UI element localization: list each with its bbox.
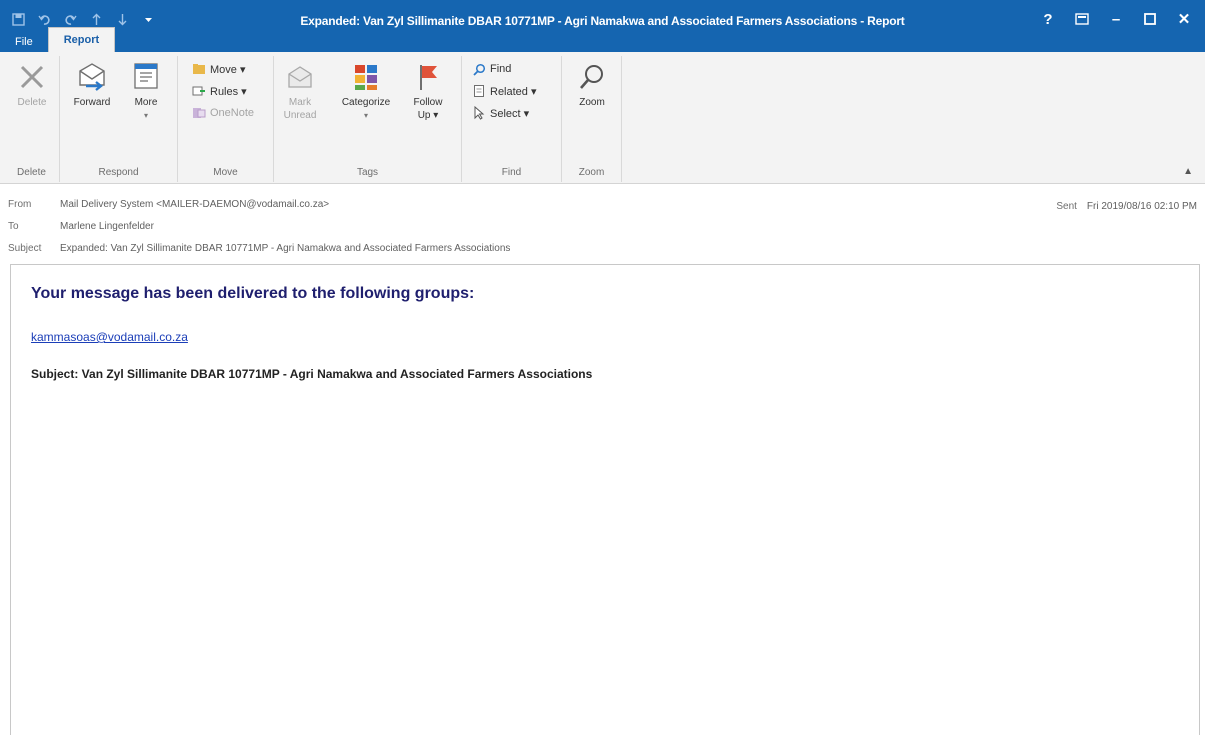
group-label-move: Move (213, 167, 238, 178)
group-move: Move ▾ Rules ▾ OneNote Move (178, 56, 274, 182)
tab-report[interactable]: Report (47, 27, 116, 52)
ribbon-display-options-button[interactable] (1065, 8, 1099, 30)
categorize-icon (338, 58, 394, 96)
group-label-tags: Tags (356, 167, 379, 178)
to-row: To Marlene Lingenfelder (8, 221, 154, 232)
message-body: Your message has been delivered to the f… (10, 264, 1200, 735)
find-label: Find (490, 63, 512, 75)
close-button[interactable]: ✕ (1167, 8, 1201, 30)
sent-value: Fri 2019/08/16 02:10 PM (1086, 201, 1197, 212)
quick-access-toolbar (8, 10, 158, 28)
message-header: From Mail Delivery System <MAILER-DAEMON@… (0, 184, 1205, 264)
up-arrow-icon[interactable] (86, 10, 106, 28)
related-button[interactable]: Related ▾ (472, 82, 537, 100)
forward-label: Forward (73, 97, 111, 108)
maximize-button[interactable] (1133, 8, 1167, 30)
help-button[interactable]: ? (1031, 8, 1065, 30)
mark-unread-label-2: Unread (283, 110, 317, 121)
move-button[interactable]: Move ▾ (192, 60, 245, 78)
group-delete: Delete Delete (4, 56, 60, 182)
group-label-zoom: Zoom (578, 167, 605, 178)
delete-label: Delete (17, 97, 47, 108)
move-icon (192, 62, 206, 76)
onenote-button[interactable]: OneNote (192, 104, 254, 122)
rules-icon (192, 84, 206, 98)
group-tags: Mark Unread Categorize ▾ Follow Up ▾ Tag… (274, 56, 462, 182)
related-icon (472, 84, 486, 98)
onenote-label: OneNote (210, 107, 255, 119)
mark-unread-button[interactable]: Mark Unread (280, 58, 320, 122)
save-icon[interactable] (8, 10, 28, 28)
group-respond: Forward More ▾ Respond (60, 56, 178, 182)
rules-button[interactable]: Rules ▾ (192, 82, 247, 100)
zoom-label: Zoom (579, 97, 605, 108)
more-respond-button[interactable]: More ▾ (128, 58, 164, 122)
more-respond-icon (128, 58, 164, 96)
follow-up-label-2: Up ▾ (417, 110, 439, 121)
group-label-delete: Delete (17, 167, 46, 178)
move-label: Move ▾ (210, 63, 246, 76)
search-icon (472, 62, 486, 76)
ribbon: Delete Delete Forward More ▾ Respond Mov… (0, 52, 1205, 184)
undo-icon[interactable] (34, 10, 54, 28)
minimize-button[interactable]: – (1099, 8, 1133, 30)
magnifier-icon (572, 58, 612, 96)
select-button[interactable]: Select ▾ (472, 104, 529, 122)
original-subject-line: Subject: Van Zyl Sillimanite DBAR 10771M… (31, 367, 593, 381)
follow-up-label-1: Follow (413, 97, 443, 108)
delivery-headline: Your message has been delivered to the f… (31, 285, 475, 302)
mark-unread-icon (280, 58, 320, 96)
rules-label: Rules ▾ (210, 85, 247, 98)
related-label: Related ▾ (490, 85, 537, 98)
group-label-find: Find (501, 167, 522, 178)
delete-button[interactable]: Delete (12, 58, 52, 109)
flag-icon (408, 58, 448, 96)
customize-toolbar-icon[interactable] (138, 10, 158, 28)
to-value[interactable]: Marlene Lingenfelder (60, 221, 154, 232)
recipient-group-link[interactable]: kammasoas@vodamail.co.za (31, 330, 188, 344)
group-find: Find Related ▾ Select ▾ Find (462, 56, 562, 182)
subject-label: Subject (8, 243, 42, 254)
title-bar: Expanded: Van Zyl Sillimanite DBAR 10771… (0, 0, 1205, 52)
tab-file[interactable]: File (0, 32, 48, 52)
group-zoom: Zoom Zoom (562, 56, 622, 182)
ribbon-tabs: File Report (0, 27, 116, 52)
cursor-icon (472, 106, 486, 120)
from-value[interactable]: Mail Delivery System <MAILER-DAEMON@voda… (60, 199, 329, 210)
group-label-respond: Respond (98, 167, 139, 178)
select-label: Select ▾ (490, 107, 530, 120)
forward-button[interactable]: Forward (72, 58, 112, 109)
sent-row: Sent Fri 2019/08/16 02:10 PM (1056, 201, 1197, 212)
window-title: Expanded: Van Zyl Sillimanite DBAR 10771… (300, 14, 905, 28)
forward-icon (72, 58, 112, 96)
delete-icon (12, 58, 52, 96)
more-respond-label: More (134, 97, 158, 108)
collapse-ribbon-icon[interactable]: ▲ (1183, 166, 1193, 177)
categorize-label: Categorize (341, 97, 391, 108)
from-row: From Mail Delivery System <MAILER-DAEMON@… (8, 199, 329, 210)
to-label: To (8, 221, 19, 232)
redo-icon[interactable] (60, 10, 80, 28)
follow-up-button[interactable]: Follow Up ▾ (408, 58, 448, 122)
categorize-button[interactable]: Categorize ▾ (338, 58, 394, 122)
onenote-icon (192, 106, 206, 120)
sent-label: Sent (1056, 201, 1077, 212)
subject-value: Expanded: Van Zyl Sillimanite DBAR 10771… (60, 243, 511, 254)
down-arrow-icon[interactable] (112, 10, 132, 28)
find-button[interactable]: Find (472, 60, 511, 78)
subject-row: Subject Expanded: Van Zyl Sillimanite DBA… (8, 243, 510, 254)
zoom-button[interactable]: Zoom (572, 58, 612, 109)
from-label: From (8, 199, 32, 210)
window-controls: ? – ✕ (1031, 8, 1201, 30)
mark-unread-label-1: Mark (288, 97, 312, 108)
